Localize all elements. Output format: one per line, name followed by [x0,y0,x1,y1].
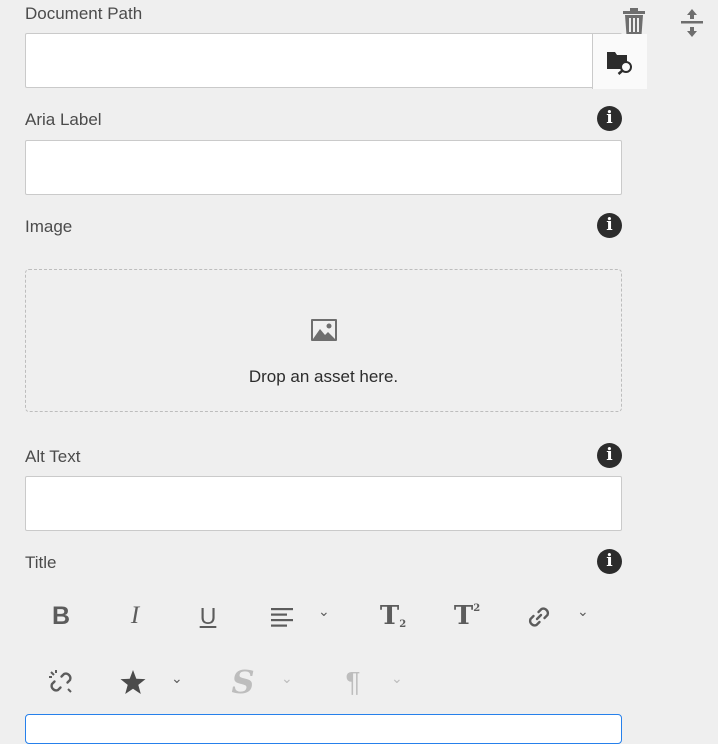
image-dropzone[interactable]: Drop an asset here. [25,269,622,412]
subscript-letter: T [379,601,400,631]
title-label: Title [25,553,57,572]
image-icon [311,319,337,341]
strikethrough-button[interactable]: S [228,663,258,701]
align-dropdown-chevron-icon[interactable]: ⌄ [318,603,330,620]
aria-label-input[interactable] [25,140,622,195]
align-left-icon [271,608,293,627]
image-info-icon[interactable]: i [597,213,622,238]
title-info-icon[interactable]: i [597,549,622,574]
aria-label-info-icon[interactable]: i [597,106,622,131]
bold-button[interactable]: B [46,600,76,632]
align-button[interactable] [268,603,296,631]
superscript-button[interactable]: T2 [450,600,484,632]
superscript-mark: 2 [473,603,481,614]
subscript-button[interactable]: T2 [376,600,410,632]
underline-button[interactable]: U [193,600,223,632]
star-icon [120,669,146,694]
paragraph-format-button[interactable]: ¶ [338,664,368,700]
drag-handle-icon[interactable] [680,8,704,43]
document-path-label: Document Path [25,4,143,23]
dropzone-text: Drop an asset here. [248,367,399,386]
unlink-icon [49,670,72,693]
strikethrough-dropdown-chevron-icon[interactable]: ⌄ [281,670,293,687]
alt-text-info-icon[interactable]: i [597,443,622,468]
alt-text-input[interactable] [25,476,622,531]
title-rich-text-editor[interactable] [25,714,622,744]
italic-button[interactable]: I [120,600,150,632]
aria-label-label: Aria Label [25,110,102,129]
superscript-letter: T [453,601,474,631]
subscript-mark: 2 [399,619,407,630]
link-icon [528,607,550,627]
special-characters-dropdown-chevron-icon[interactable]: ⌄ [171,670,183,687]
browse-button[interactable] [592,34,647,89]
document-path-input[interactable] [25,33,647,89]
special-characters-button[interactable] [118,667,148,697]
folder-search-icon [607,51,632,75]
image-label: Image [25,217,73,236]
unlink-button[interactable] [46,667,76,697]
paragraph-format-dropdown-chevron-icon[interactable]: ⌄ [391,670,403,687]
link-dropdown-chevron-icon[interactable]: ⌄ [577,603,589,620]
alt-text-label: Alt Text [25,447,81,466]
link-button[interactable] [524,602,554,632]
